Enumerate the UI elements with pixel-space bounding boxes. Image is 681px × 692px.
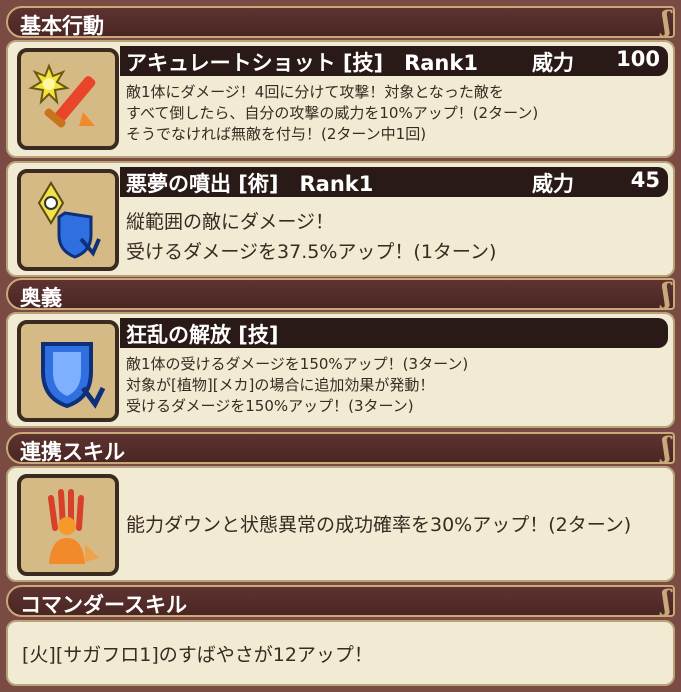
description-line: すべて倒したら、自分の攻撃の威力を10%アップ！(2ターン) bbox=[126, 104, 539, 122]
skill-description: 縦範囲の敵にダメージ！ 受けるダメージを37.5%アップ！(1ターン) bbox=[126, 207, 496, 267]
section-title: 奥義 bbox=[20, 286, 62, 310]
section-title: 基本行動 bbox=[20, 14, 104, 38]
description-line: そうでなければ無敵を付与！(2ターン中1回) bbox=[126, 125, 427, 143]
hand-figure-icon bbox=[17, 474, 119, 576]
commander-card[interactable]: [火][サガフロ1]のすばやさが12アップ！ bbox=[6, 620, 675, 686]
ougi-name: 狂乱の解放 [技] bbox=[126, 323, 279, 347]
scroll-curl-icon: ʃ bbox=[661, 584, 671, 617]
description-line: 敵1体の受けるダメージを150%アップ！(3ターン) bbox=[126, 355, 469, 373]
skill-card-2[interactable]: 悪夢の噴出 [術] Rank1 威力 45 縦範囲の敵にダメージ！ 受けるダメー… bbox=[6, 161, 675, 277]
skill-name-bar: 悪夢の噴出 [術] Rank1 威力 45 bbox=[120, 167, 668, 197]
description-line: 受けるダメージを150%アップ！(3ターン) bbox=[126, 397, 414, 415]
ougi-card[interactable]: 狂乱の解放 [技] 敵1体の受けるダメージを150%アップ！(3ターン) 対象が… bbox=[6, 312, 675, 428]
shield-down-icon bbox=[17, 320, 119, 422]
section-header-renkei: 連携スキル ʃ bbox=[6, 431, 675, 464]
power-label: 威力 bbox=[532, 51, 574, 75]
section-header-basic: 基本行動 ʃ bbox=[6, 5, 675, 38]
scroll-curl-icon: ʃ bbox=[661, 5, 671, 38]
power-label: 威力 bbox=[532, 172, 574, 196]
skill-card-1[interactable]: アキュレートショット [技] Rank1 威力 100 敵1体にダメージ！4回に… bbox=[6, 40, 675, 158]
description-line: 受けるダメージを37.5%アップ！(1ターン) bbox=[126, 241, 497, 263]
section-header-commander: コマンダースキル ʃ bbox=[6, 584, 675, 617]
sword-flame-icon bbox=[17, 48, 119, 150]
renkei-card[interactable]: 能力ダウンと状態異常の成功確率を30%アップ！(2ターン) bbox=[6, 466, 675, 582]
commander-description: [火][サガフロ1]のすばやさが12アップ！ bbox=[22, 644, 373, 666]
scroll-curl-icon: ʃ bbox=[661, 431, 671, 464]
power-value: 100 bbox=[616, 47, 660, 71]
description-line: 対象が[植物][メカ]の場合に追加効果が発動！ bbox=[126, 376, 435, 394]
section-header-ougi: 奥義 ʃ bbox=[6, 277, 675, 310]
section-title: 連携スキル bbox=[20, 440, 125, 464]
power-value: 45 bbox=[630, 168, 660, 192]
description-line: 縦範囲の敵にダメージ！ bbox=[126, 211, 335, 233]
scroll-curl-icon: ʃ bbox=[661, 277, 671, 310]
description-line: 敵1体にダメージ！4回に分けて攻撃！対象となった敵を bbox=[126, 83, 504, 101]
skill-name: 悪夢の噴出 [術] Rank1 bbox=[126, 172, 374, 196]
skill-description: 敵1体にダメージ！4回に分けて攻撃！対象となった敵を すべて倒したら、自分の攻撃… bbox=[126, 82, 538, 145]
shield-eye-icon bbox=[17, 169, 119, 271]
ougi-name-bar: 狂乱の解放 [技] bbox=[120, 318, 668, 348]
skill-name: アキュレートショット [技] Rank1 bbox=[126, 51, 478, 75]
renkei-description: 能力ダウンと状態異常の成功確率を30%アップ！(2ターン) bbox=[126, 514, 632, 536]
skill-name-bar: アキュレートショット [技] Rank1 威力 100 bbox=[120, 46, 668, 76]
section-title: コマンダースキル bbox=[20, 593, 187, 617]
skill-panel: 基本行動 ʃ アキュレートショット [技] Rank1 威力 100 敵1体にダ… bbox=[0, 0, 681, 692]
ougi-description: 敵1体の受けるダメージを150%アップ！(3ターン) 対象が[植物][メカ]の場… bbox=[126, 354, 468, 417]
